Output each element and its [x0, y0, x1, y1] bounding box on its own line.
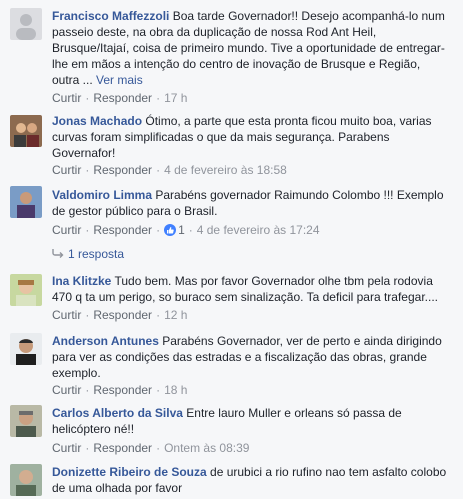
separator-dot: ·: [85, 308, 90, 322]
comment-timestamp[interactable]: Ontem às 08:39: [164, 441, 249, 455]
comment-author[interactable]: Anderson Antunes: [52, 334, 159, 348]
separator-dot: ·: [85, 163, 90, 177]
like-link[interactable]: Curtir: [52, 91, 81, 105]
comment-actions: Curtir · Responder · Ontem às 08:39: [52, 440, 249, 456]
comment-actions: Curtir · Responder · 1 · 4 de fevereiro às 17:…: [52, 222, 320, 238]
reply-link[interactable]: Responder: [93, 441, 152, 455]
separator-dot: ·: [85, 383, 90, 397]
reply-link[interactable]: Responder: [93, 163, 152, 177]
comment-author[interactable]: Jonas Machado: [52, 114, 142, 128]
separator-dot: ·: [156, 383, 161, 397]
separator-dot: ·: [156, 441, 161, 455]
like-link[interactable]: Curtir: [52, 223, 81, 237]
comment-author[interactable]: Francisco Maffezzoli: [52, 9, 169, 23]
separator-dot: ·: [156, 308, 161, 322]
like-link[interactable]: Curtir: [52, 163, 81, 177]
avatar[interactable]: [10, 405, 42, 437]
comment-body: Anderson Antunes Parabéns Governador, ve…: [52, 333, 449, 381]
see-more-link[interactable]: Ver mais: [96, 73, 143, 87]
reply-link[interactable]: Responder: [93, 91, 152, 105]
comment-timestamp[interactable]: 17 h: [164, 91, 187, 105]
comment-body: Francisco Maffezzoli Boa tarde Governado…: [52, 8, 449, 88]
comment-author[interactable]: Valdomiro Limma: [52, 188, 152, 202]
avatar[interactable]: [10, 115, 42, 147]
comment-actions: Curtir · Responder · 17 h: [52, 90, 187, 106]
reaction-count[interactable]: 1: [178, 223, 185, 237]
comment-author[interactable]: Ina Klitzke: [52, 274, 111, 288]
reply-arrow-icon: [52, 246, 68, 262]
comment-body: Jonas Machado Ótimo, a parte que esta pr…: [52, 113, 449, 161]
separator-dot: ·: [156, 223, 161, 237]
comment-actions: Curtir · Responder · 12 h: [52, 307, 187, 323]
avatar[interactable]: [10, 8, 42, 40]
reply-link[interactable]: Responder: [93, 308, 152, 322]
avatar[interactable]: [10, 186, 42, 218]
separator-dot: ·: [85, 441, 90, 455]
like-link[interactable]: Curtir: [52, 308, 81, 322]
separator-dot: ·: [85, 223, 90, 237]
avatar[interactable]: [10, 274, 42, 306]
comment-actions: Curtir · Responder · 4 de fevereiro às 18:58: [52, 162, 287, 178]
like-reaction-icon[interactable]: [164, 224, 177, 236]
separator-dot: ·: [85, 91, 90, 105]
replies-count-label[interactable]: 1 resposta: [68, 247, 124, 261]
comment-timestamp[interactable]: 4 de fevereiro às 17:24: [197, 223, 320, 237]
comment-body: Ina Klitzke Tudo bem. Mas por favor Gove…: [52, 273, 449, 305]
like-link[interactable]: Curtir: [52, 441, 81, 455]
separator-dot: ·: [156, 163, 161, 177]
comment-timestamp[interactable]: 4 de fevereiro às 18:58: [164, 163, 287, 177]
view-replies-link[interactable]: 1 resposta: [52, 246, 124, 262]
reply-link[interactable]: Responder: [93, 383, 152, 397]
comment-actions: Curtir · Responder · 18 h: [52, 382, 187, 398]
comment-body: Donizette Ribeiro de Souza de urubici a …: [52, 464, 449, 496]
avatar[interactable]: [10, 333, 42, 365]
comment-author[interactable]: Carlos Alberto da Silva: [52, 406, 183, 420]
comment-body: Carlos Alberto da Silva Entre lauro Mull…: [52, 405, 449, 437]
comment-timestamp[interactable]: 18 h: [164, 383, 187, 397]
separator-dot: ·: [188, 223, 193, 237]
avatar[interactable]: [10, 464, 42, 496]
reply-link[interactable]: Responder: [93, 223, 152, 237]
comment-timestamp[interactable]: 12 h: [164, 308, 187, 322]
like-link[interactable]: Curtir: [52, 383, 81, 397]
separator-dot: ·: [156, 91, 161, 105]
comment-body: Valdomiro Limma Parabéns governador Raim…: [52, 187, 449, 219]
comment-author[interactable]: Donizette Ribeiro de Souza: [52, 465, 207, 479]
